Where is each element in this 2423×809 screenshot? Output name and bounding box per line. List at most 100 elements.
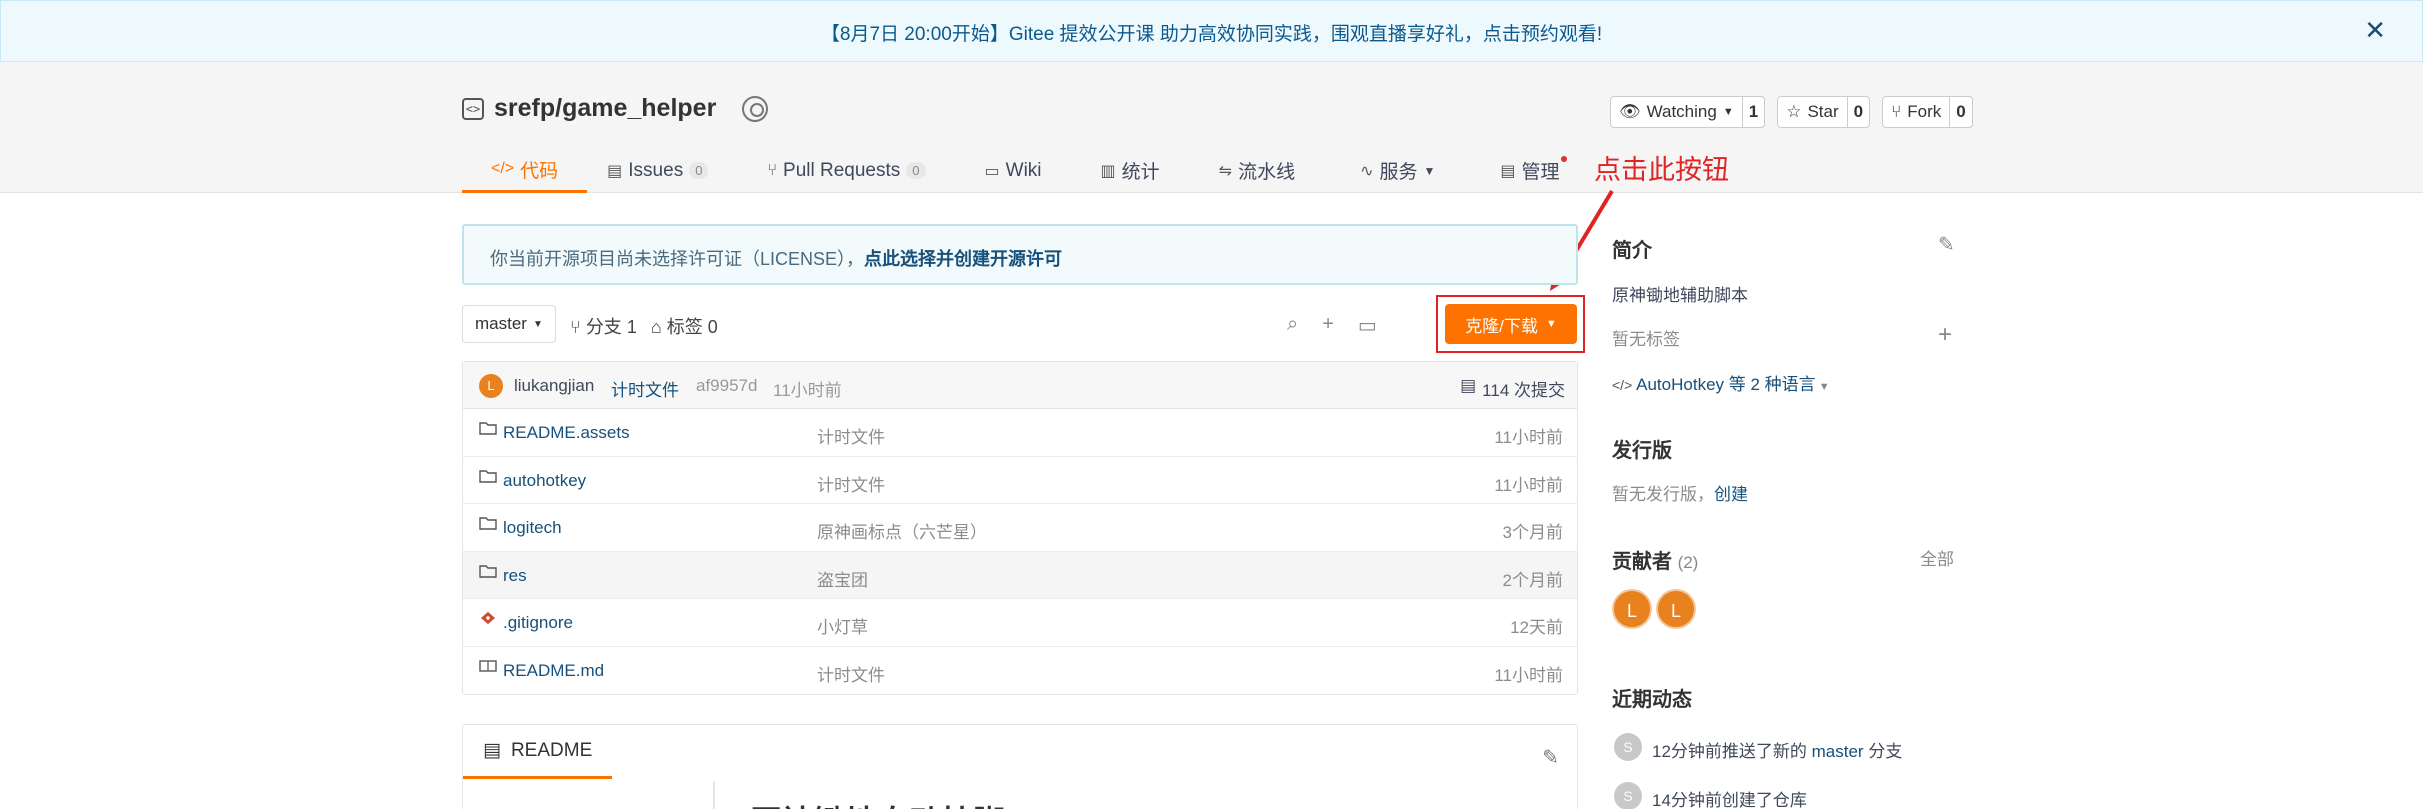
add-file-icon[interactable]: + xyxy=(1322,313,1334,338)
file-name[interactable]: README.assets xyxy=(503,423,630,443)
pipeline-icon: ⇋ xyxy=(1218,162,1233,180)
repo-header: <> srefp/game_helper 👁 Watching ▼ 1 ☆ Star … xyxy=(0,62,2423,193)
avatar[interactable]: L xyxy=(1612,589,1652,629)
tab-pipeline[interactable]: ⇋ 流水线 xyxy=(1189,148,1324,193)
file-time: 11小时前 xyxy=(1494,428,1563,447)
commit-count: 114 次提交 xyxy=(1482,381,1565,400)
languages-label: AutoHotkey 等 2 种语言 xyxy=(1636,375,1816,394)
contributors-count: (2) xyxy=(1677,553,1699,572)
file-commit-message[interactable]: 盗宝团 xyxy=(817,566,868,591)
create-license-link[interactable]: 点此选择并创建开源许可 xyxy=(864,249,1062,269)
eye-icon: 👁 xyxy=(1619,102,1641,121)
file-tools: ⌕ + ▭ xyxy=(1287,313,1377,338)
file-name[interactable]: autohotkey xyxy=(503,471,586,491)
tab-service[interactable]: ∿ 服务 ▼ xyxy=(1324,148,1464,193)
watch-label: Watching xyxy=(1646,102,1717,121)
commit-count-link[interactable]: ▤ 114 次提交 xyxy=(1460,376,1565,401)
readme-tab[interactable]: ▤ README xyxy=(463,725,613,779)
branch-icon: ⑂ xyxy=(570,317,586,337)
tab-pull-requests[interactable]: ⑂ Pull Requests 0 xyxy=(737,148,954,193)
activity-text: 12分钟前推送了新的 xyxy=(1652,742,1812,761)
file-name[interactable]: .gitignore xyxy=(503,613,573,633)
commit-author[interactable]: liukangjian xyxy=(514,376,594,396)
readme-tab-label: README xyxy=(510,739,593,761)
file-commit-message[interactable]: 小灯草 xyxy=(817,613,868,638)
tab-code[interactable]: </> 代码 xyxy=(462,148,588,193)
file-time: 3个月前 xyxy=(1502,523,1563,542)
pull-requests-count: 0 xyxy=(906,162,926,179)
book-icon: ▤ xyxy=(483,740,501,761)
table-row[interactable]: .gitignore 小灯草 12天前 xyxy=(463,599,1577,647)
caret-down-icon: ▼ xyxy=(1722,106,1734,118)
activity-item: 12分钟前推送了新的 master 分支 xyxy=(1652,737,1902,762)
table-row[interactable]: autohotkey 计时文件 11小时前 xyxy=(463,457,1577,504)
tags-link[interactable]: ⌂ 标签 0 xyxy=(651,313,718,339)
repo-tabs: </> 代码 ▤ Issues 0 ⑂ Pull Requests 0 ▭ Wi… xyxy=(462,148,1589,193)
repo-code-icon: <> xyxy=(462,97,484,120)
commit-hash[interactable]: af9957d xyxy=(696,376,757,396)
caret-down-icon: ▼ xyxy=(1815,381,1830,393)
repo-name[interactable]: srefp/game_helper xyxy=(494,94,716,123)
activity-suffix: 分支 xyxy=(1863,742,1903,761)
manage-icon: ▤ xyxy=(1500,162,1516,180)
table-row[interactable]: README.assets 计时文件 11小时前 xyxy=(463,409,1577,457)
avatar[interactable]: L xyxy=(479,374,503,398)
web-ide-icon[interactable]: ▭ xyxy=(1358,313,1377,338)
star-count: 0 xyxy=(1853,102,1864,121)
tab-label: 管理 xyxy=(1521,162,1560,183)
folder-icon xyxy=(479,422,497,435)
branch-name: master xyxy=(475,314,527,333)
file-commit-message[interactable]: 原神画标点（六芒星） xyxy=(817,518,987,543)
announcement-banner[interactable]: 【8月7日 20:00开始】Gitee 提效公开课 助力高效协同实践，围观直播享… xyxy=(0,0,2423,62)
file-name[interactable]: res xyxy=(503,566,527,586)
avatar[interactable]: S xyxy=(1614,782,1642,809)
table-row[interactable]: res 盗宝团 2个月前 xyxy=(463,551,1577,599)
activity-branch-link[interactable]: master xyxy=(1812,742,1864,761)
watch-button[interactable]: 👁 Watching ▼ 1 xyxy=(1610,96,1766,128)
tab-label: Wiki xyxy=(1005,159,1042,181)
tab-label: Issues xyxy=(628,159,684,181)
close-icon[interactable]: ✕ xyxy=(2364,15,2386,46)
avatar[interactable]: S xyxy=(1614,733,1642,761)
tab-stats[interactable]: ▥ 统计 xyxy=(1071,148,1189,193)
tab-wiki[interactable]: ▭ Wiki xyxy=(955,148,1071,193)
branches-label: 分支 1 xyxy=(585,317,637,337)
file-name[interactable]: README.md xyxy=(503,661,604,681)
issues-count: 0 xyxy=(689,162,709,179)
commit-time: 11小时前 xyxy=(773,381,842,400)
wiki-icon: ▭ xyxy=(984,162,1000,180)
fork-button[interactable]: ⑂ Fork 0 xyxy=(1882,96,1973,128)
fork-icon: ⑂ xyxy=(1891,102,1902,121)
file-name[interactable]: logitech xyxy=(503,518,562,538)
edit-icon[interactable]: ✎ xyxy=(1542,745,1559,770)
all-contributors-link[interactable]: 全部 xyxy=(1920,545,1954,570)
star-button[interactable]: ☆ Star 0 xyxy=(1777,96,1871,128)
branch-select[interactable]: master ▼ xyxy=(462,305,556,343)
caret-down-icon: ▼ xyxy=(1423,163,1436,178)
branches-link[interactable]: ⑂ 分支 1 xyxy=(570,313,637,339)
file-commit-message[interactable]: 计时文件 xyxy=(817,661,885,686)
license-notice: 你当前开源项目尚未选择许可证（LICENSE），点此选择并创建开源许可 xyxy=(462,224,1578,285)
releases-none: 暂无发行版， xyxy=(1612,485,1714,504)
search-icon[interactable]: ⌕ xyxy=(1287,313,1298,338)
clone-download-button[interactable]: 克隆/下载 ▼ xyxy=(1445,304,1577,344)
tab-issues[interactable]: ▤ Issues 0 xyxy=(587,148,737,193)
badge-icon[interactable] xyxy=(742,95,769,122)
file-commit-message[interactable]: 计时文件 xyxy=(817,423,885,448)
table-row[interactable]: README.md 计时文件 11小时前 xyxy=(463,647,1577,695)
contributors-label: 贡献者 xyxy=(1612,551,1672,573)
no-tags-text: 暂无标签 xyxy=(1612,330,1680,349)
create-release-link[interactable]: 创建 xyxy=(1714,485,1748,504)
intro-text: 原神锄地辅助脚本 xyxy=(1612,286,1748,305)
commit-message[interactable]: 计时文件 xyxy=(611,376,679,401)
table-row[interactable]: logitech 原神画标点（六芒星） 3个月前 xyxy=(463,504,1577,552)
add-tag-icon[interactable]: + xyxy=(1938,321,1952,349)
avatar[interactable]: L xyxy=(1656,589,1696,629)
languages-link[interactable]: </> AutoHotkey 等 2 种语言 ▼ xyxy=(1612,370,1830,395)
tag-icon: ⌂ xyxy=(650,317,667,337)
edit-icon[interactable]: ✎ xyxy=(1938,232,1955,257)
pull-request-icon: ⑂ xyxy=(767,161,778,179)
file-commit-message[interactable]: 计时文件 xyxy=(817,471,885,496)
tab-label: 代码 xyxy=(520,160,559,182)
announcement-text[interactable]: 【8月7日 20:00开始】Gitee 提效公开课 助力高效协同实践，围观直播享… xyxy=(1,19,2422,46)
